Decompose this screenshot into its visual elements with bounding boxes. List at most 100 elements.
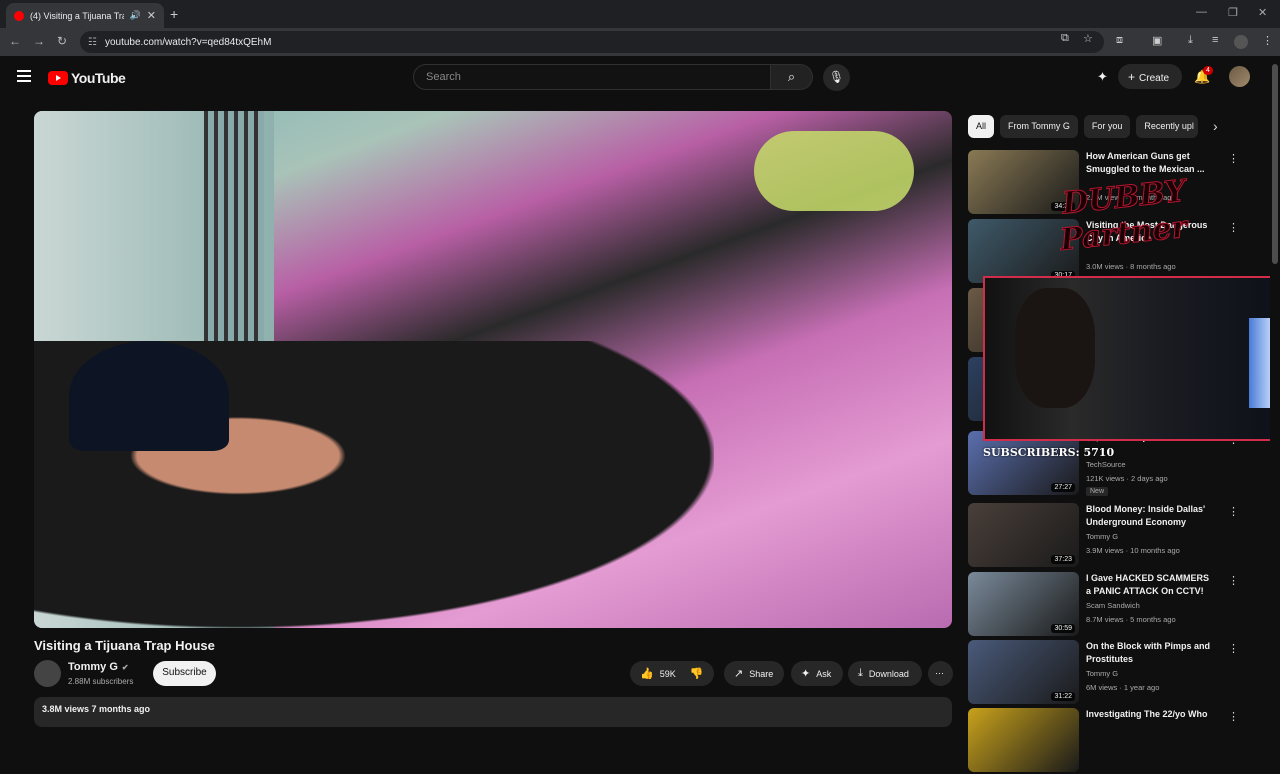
chevron-right-icon[interactable]: › (1213, 118, 1218, 134)
channel-avatar[interactable] (34, 660, 61, 687)
recommendation-title[interactable]: How American Guns get Smuggled to the Me… (1086, 150, 1214, 176)
download-label: Download (868, 668, 909, 679)
notification-badge: 4 (1203, 66, 1213, 75)
subscribe-button[interactable]: Subscribe (153, 661, 216, 686)
speaker-icon[interactable]: 🔊 (130, 10, 141, 21)
recommendation-meta: 6M views · 1 year ago (1086, 683, 1160, 692)
channel-name-text: Tommy G (68, 661, 118, 673)
more-vertical-icon[interactable]: ⋮ (1228, 152, 1239, 165)
more-vertical-icon[interactable]: ⋮ (1228, 574, 1239, 587)
plus-icon: + (1128, 70, 1136, 84)
new-tab-icon[interactable]: + (170, 6, 178, 22)
recommendation-title[interactable]: On the Block with Pimps and Prostitutes (1086, 640, 1214, 666)
more-vertical-icon[interactable]: ⋮ (1228, 221, 1239, 234)
media-control-icon[interactable]: ≡ (1212, 34, 1218, 46)
new-badge: New (1086, 487, 1109, 496)
scrollbar-thumb[interactable] (1272, 64, 1278, 264)
create-label: Create (1139, 73, 1170, 84)
voice-search-button[interactable]: 🎙 (823, 64, 850, 91)
back-icon[interactable]: ← (9, 34, 21, 48)
search-input[interactable]: Search (413, 64, 771, 90)
browser-menu-icon[interactable]: ⋮ (1262, 34, 1273, 47)
youtube-favicon-icon (14, 10, 24, 21)
tab-title: (4) Visiting a Tijuana Trap H (30, 10, 124, 21)
recommendation-title[interactable]: Blood Money: Inside Dallas' Underground … (1086, 503, 1214, 529)
video-thumbnail[interactable]: 30:59 (968, 572, 1079, 636)
recommendation-item[interactable]: 37:23 Blood Money: Inside Dallas' Undergr… (968, 503, 1248, 569)
recommendation-item[interactable]: 30:59 I Gave HACKED SCAMMERS a PANIC ATTA… (968, 572, 1248, 638)
extensions-icon[interactable]: ⧈ (1116, 34, 1123, 47)
reload-icon[interactable]: ↻ (57, 34, 67, 48)
download-button[interactable]: ⤓ Download (848, 661, 922, 686)
subscriber-counter-overlay: SUBSCRIBERS: 5710 (983, 446, 1115, 459)
recommendation-item[interactable]: Investigating The 22/yo Who ⋮ (968, 708, 1248, 774)
site-info-icon[interactable]: ☷ (88, 37, 97, 48)
recommendation-meta: 3.9M views · 10 months ago (1086, 546, 1180, 555)
like-icon[interactable]: 👍 (640, 667, 654, 680)
share-label: Share (749, 668, 774, 679)
video-thumbnail[interactable]: 31:22 (968, 640, 1079, 704)
recommendation-item[interactable]: 31:22 On the Block with Pimps and Prostit… (968, 640, 1248, 706)
verified-icon: ✔ (121, 663, 129, 672)
recommendation-channel[interactable]: TechSource (1086, 460, 1126, 469)
video-frame-cap (69, 341, 229, 451)
recommendation-title[interactable]: Investigating The 22/yo Who (1086, 708, 1214, 721)
account-avatar[interactable] (1229, 66, 1250, 87)
browser-tab[interactable]: (4) Visiting a Tijuana Trap H 🔊 ✕ (6, 3, 164, 28)
subscriber-count: 2.88M subscribers (68, 677, 134, 686)
download-icon: ⤓ (858, 667, 863, 679)
more-vertical-icon[interactable]: ⋮ (1228, 710, 1239, 723)
more-horizontal-icon: ⋯ (935, 668, 944, 678)
menu-icon[interactable] (17, 70, 31, 85)
install-app-icon[interactable]: ⧉ (1061, 32, 1069, 45)
video-thumbnail[interactable]: 37:23 (968, 503, 1079, 567)
dislike-icon[interactable]: 👎 (690, 667, 704, 680)
close-window-icon[interactable]: ✕ (1258, 6, 1267, 19)
chip-recently-uploaded[interactable]: Recently upl (1136, 115, 1199, 138)
sparkle-icon: ✦ (801, 668, 811, 680)
recommendation-channel[interactable]: Scam Sandwich (1086, 601, 1140, 610)
youtube-header: YouTube Search ⌕ 🎙 ✦ + Create 🔔 4 (0, 56, 1270, 98)
like-count[interactable]: 59K (660, 669, 676, 679)
webcam-overlay (983, 276, 1276, 441)
search-icon: ⌕ (787, 69, 796, 84)
profile-avatar[interactable] (1234, 35, 1248, 49)
page-scrollbar[interactable] (1270, 56, 1280, 720)
share-button[interactable]: ↗ Share (724, 661, 784, 686)
downloads-icon[interactable]: ⤓ (1188, 34, 1193, 47)
chip-all[interactable]: All (968, 115, 995, 138)
channel-name[interactable]: Tommy G ✔ (68, 661, 129, 673)
search-button[interactable]: ⌕ (771, 64, 813, 90)
more-actions-button[interactable]: ⋯ (928, 661, 953, 686)
logo-wordmark: YouTube (71, 70, 126, 86)
like-dislike-group: 👍 59K 👎 (630, 661, 714, 686)
url-text: youtube.com/watch?v=qed84txQEhM (104, 36, 272, 48)
chip-from-channel[interactable]: From Tommy G (1000, 115, 1078, 138)
forward-icon[interactable]: → (33, 34, 45, 48)
recommendation-meta: 3.0M views · 8 months ago (1086, 262, 1176, 271)
video-thumbnail[interactable] (968, 708, 1079, 772)
minimize-icon[interactable]: — (1196, 6, 1207, 18)
bookmark-star-icon[interactable]: ☆ (1083, 32, 1093, 45)
close-tab-icon[interactable]: ✕ (147, 9, 156, 22)
video-player[interactable] (34, 111, 952, 628)
browser-tab-strip: (4) Visiting a Tijuana Trap H 🔊 ✕ + — ❐ … (0, 0, 1280, 28)
filter-chips: All From Tommy G For you Recently upl (968, 115, 1204, 139)
premium-icon[interactable]: ✦ (1097, 69, 1108, 85)
more-vertical-icon[interactable]: ⋮ (1228, 505, 1239, 518)
restore-icon[interactable]: ❐ (1228, 6, 1238, 19)
ask-button[interactable]: ✦ Ask (791, 661, 843, 686)
recommendation-title[interactable]: I Gave HACKED SCAMMERS a PANIC ATTACK On… (1086, 572, 1214, 598)
mic-icon: 🎙 (828, 70, 845, 84)
share-icon: ↗ (734, 668, 744, 680)
description-box[interactable]: 3.8M views 7 months ago (34, 697, 952, 727)
create-button[interactable]: + Create (1118, 64, 1182, 89)
tab-search-icon[interactable]: ▣ (1152, 34, 1162, 47)
more-vertical-icon[interactable]: ⋮ (1228, 642, 1239, 655)
youtube-logo[interactable]: YouTube (48, 70, 126, 86)
address-bar[interactable]: ☷ youtube.com/watch?v=qed84txQEhM (80, 31, 1104, 53)
recommendation-channel[interactable]: Tommy G (1086, 532, 1118, 541)
chip-for-you[interactable]: For you (1083, 115, 1131, 138)
recommendation-channel[interactable]: Tommy G (1086, 669, 1118, 678)
recommendation-meta: 8.7M views · 5 months ago (1086, 615, 1176, 624)
